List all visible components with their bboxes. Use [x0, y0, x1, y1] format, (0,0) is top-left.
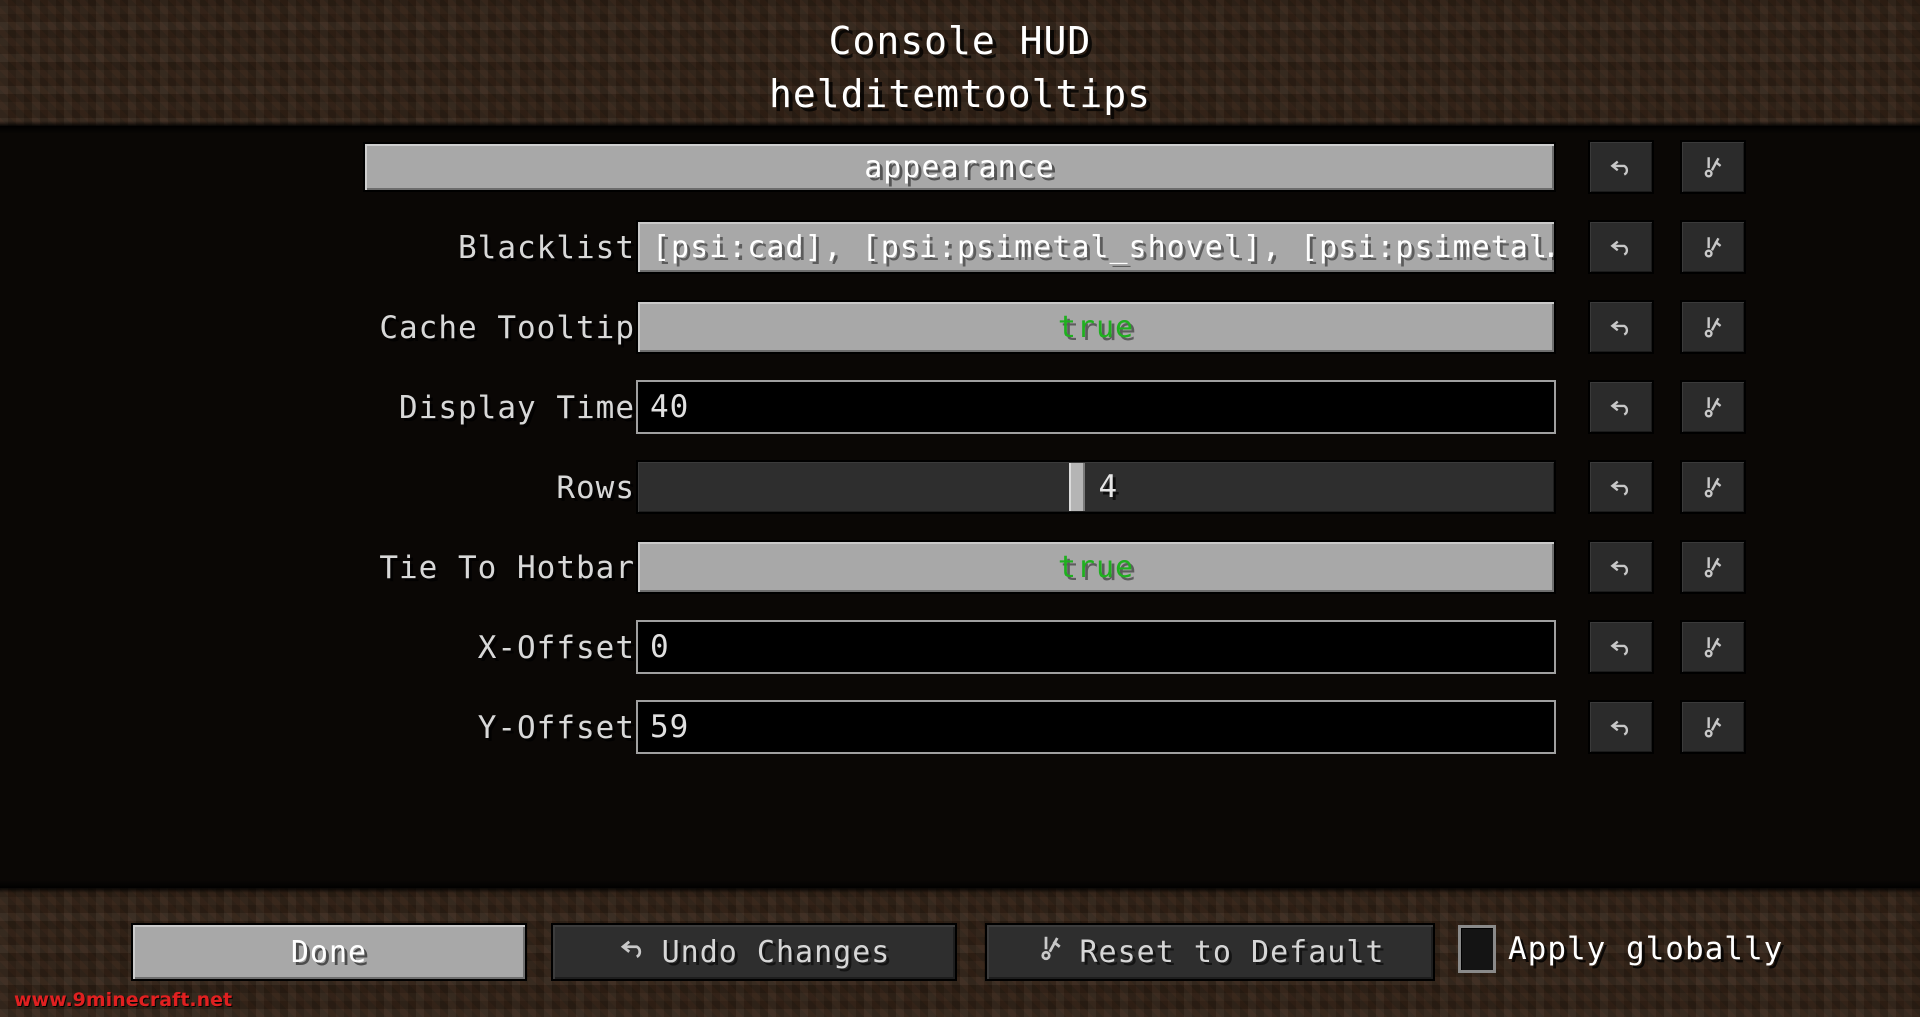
- x-offset-input[interactable]: 0: [636, 620, 1556, 674]
- cache-tooltip-control: true: [636, 300, 1556, 354]
- reset-to-default-icon: [1700, 154, 1726, 180]
- config-entry-row: Blacklist [psi:cad], [psi:psimetal_shovel…: [0, 206, 1920, 286]
- rows-undo-button[interactable]: [1588, 460, 1654, 514]
- undo-arrow-icon: [1608, 234, 1634, 260]
- x-offset-undo-button[interactable]: [1588, 620, 1654, 674]
- category-undo-button[interactable]: [1588, 140, 1654, 194]
- config-entry-row: Display Time 40: [0, 366, 1920, 446]
- footer-divider-shadow: [0, 888, 1920, 893]
- undo-arrow-icon: [1608, 314, 1634, 340]
- undo-arrow-icon: [618, 933, 648, 971]
- undo-arrow-icon: [1608, 714, 1634, 740]
- reset-to-default-icon: [1700, 314, 1726, 340]
- tie-to-hotbar-reset-button[interactable]: [1680, 540, 1746, 594]
- apply-globally-toggle[interactable]: Apply globally: [1458, 925, 1783, 973]
- tie-to-hotbar-toggle-button[interactable]: true: [636, 540, 1556, 594]
- rows-slider-handle[interactable]: [1068, 463, 1085, 511]
- undo-arrow-icon: [1608, 554, 1634, 580]
- tie-to-hotbar-label: Tie To Hotbar: [379, 550, 635, 586]
- blacklist-undo-button[interactable]: [1588, 220, 1654, 274]
- done-button-label: Done: [290, 934, 368, 970]
- tie-to-hotbar-control: true: [636, 540, 1556, 594]
- cache-tooltip-undo-button[interactable]: [1588, 300, 1654, 354]
- config-rows-container: appearance Blacklist [psi:cad], [psi:psime…: [0, 126, 1920, 766]
- undo-changes-label: Undo Changes: [661, 934, 891, 970]
- page-title: Console HUD: [828, 19, 1092, 63]
- y-offset-label: Y-Offset: [477, 710, 635, 746]
- tie-to-hotbar-undo-button[interactable]: [1588, 540, 1654, 594]
- undo-arrow-icon: [1608, 474, 1634, 500]
- undo-changes-button[interactable]: Undo Changes: [551, 923, 957, 981]
- config-entry-row: X-Offset 0: [0, 606, 1920, 686]
- cache-tooltip-reset-button[interactable]: [1680, 300, 1746, 354]
- apply-globally-checkbox[interactable]: [1458, 925, 1496, 973]
- reset-to-default-icon: [1700, 714, 1726, 740]
- config-list: appearance Blacklist [psi:cad], [psi:psime…: [0, 126, 1920, 888]
- undo-arrow-icon: [1608, 634, 1634, 660]
- category-button-appearance[interactable]: appearance: [363, 142, 1556, 192]
- config-entry-row: Tie To Hotbar true: [0, 526, 1920, 606]
- cache-tooltip-value: true: [1057, 309, 1135, 345]
- x-offset-value: 0: [650, 629, 670, 665]
- page-subtitle: helditemtooltips: [768, 72, 1152, 116]
- config-screen: Console HUD helditemtooltips appearance B…: [0, 0, 1920, 1017]
- y-offset-reset-button[interactable]: [1680, 700, 1746, 754]
- reset-to-default-button[interactable]: Reset to Default: [985, 923, 1435, 981]
- blacklist-control: [psi:cad], [psi:psimetal_shovel], [psi:p…: [636, 220, 1556, 274]
- x-offset-reset-button[interactable]: [1680, 620, 1746, 674]
- y-offset-value: 59: [650, 709, 690, 745]
- display-time-undo-button[interactable]: [1588, 380, 1654, 434]
- rows-label: Rows: [556, 470, 635, 506]
- reset-to-default-icon: [1036, 933, 1066, 971]
- y-offset-undo-button[interactable]: [1588, 700, 1654, 754]
- reset-to-default-icon: [1700, 554, 1726, 580]
- x-offset-label: X-Offset: [477, 630, 635, 666]
- config-entry-row: Cache Tooltip true: [0, 286, 1920, 366]
- reset-to-default-label: Reset to Default: [1079, 934, 1385, 970]
- blacklist-value: [psi:cad], [psi:psimetal_shovel], [psi:p…: [652, 229, 1556, 265]
- blacklist-value-button[interactable]: [psi:cad], [psi:psimetal_shovel], [psi:p…: [636, 220, 1556, 274]
- rows-slider[interactable]: 4: [636, 460, 1556, 514]
- rows-value: 4: [1098, 469, 1119, 505]
- display-time-label: Display Time: [399, 390, 635, 426]
- category-row: appearance: [0, 126, 1920, 206]
- screen-header: Console HUD helditemtooltips: [0, 0, 1920, 126]
- watermark: www.9minecraft.net: [14, 989, 233, 1011]
- display-time-reset-button[interactable]: [1680, 380, 1746, 434]
- category-reset-button[interactable]: [1680, 140, 1746, 194]
- config-entry-row: Rows 4: [0, 446, 1920, 526]
- x-offset-control: 0: [636, 620, 1556, 674]
- reset-to-default-icon: [1700, 394, 1726, 420]
- y-offset-control: 59: [636, 700, 1556, 754]
- screen-footer: Done Undo Changes Reset to Default Apply…: [0, 888, 1920, 1017]
- config-entry-row: Y-Offset 59: [0, 686, 1920, 766]
- undo-arrow-icon: [1608, 394, 1634, 420]
- reset-to-default-icon: [1700, 634, 1726, 660]
- category-button-label: appearance: [864, 149, 1055, 185]
- rows-reset-button[interactable]: [1680, 460, 1746, 514]
- rows-control: 4: [636, 460, 1556, 514]
- display-time-value: 40: [650, 389, 690, 425]
- undo-arrow-icon: [1608, 154, 1634, 180]
- y-offset-input[interactable]: 59: [636, 700, 1556, 754]
- cache-tooltip-label: Cache Tooltip: [379, 310, 635, 346]
- cache-tooltip-toggle-button[interactable]: true: [636, 300, 1556, 354]
- reset-to-default-icon: [1700, 474, 1726, 500]
- tie-to-hotbar-value: true: [1057, 549, 1135, 585]
- done-button[interactable]: Done: [131, 923, 527, 981]
- blacklist-label: Blacklist: [458, 230, 635, 266]
- display-time-input[interactable]: 40: [636, 380, 1556, 434]
- reset-to-default-icon: [1700, 234, 1726, 260]
- display-time-control: 40: [636, 380, 1556, 434]
- blacklist-reset-button[interactable]: [1680, 220, 1746, 274]
- apply-globally-label: Apply globally: [1508, 931, 1784, 967]
